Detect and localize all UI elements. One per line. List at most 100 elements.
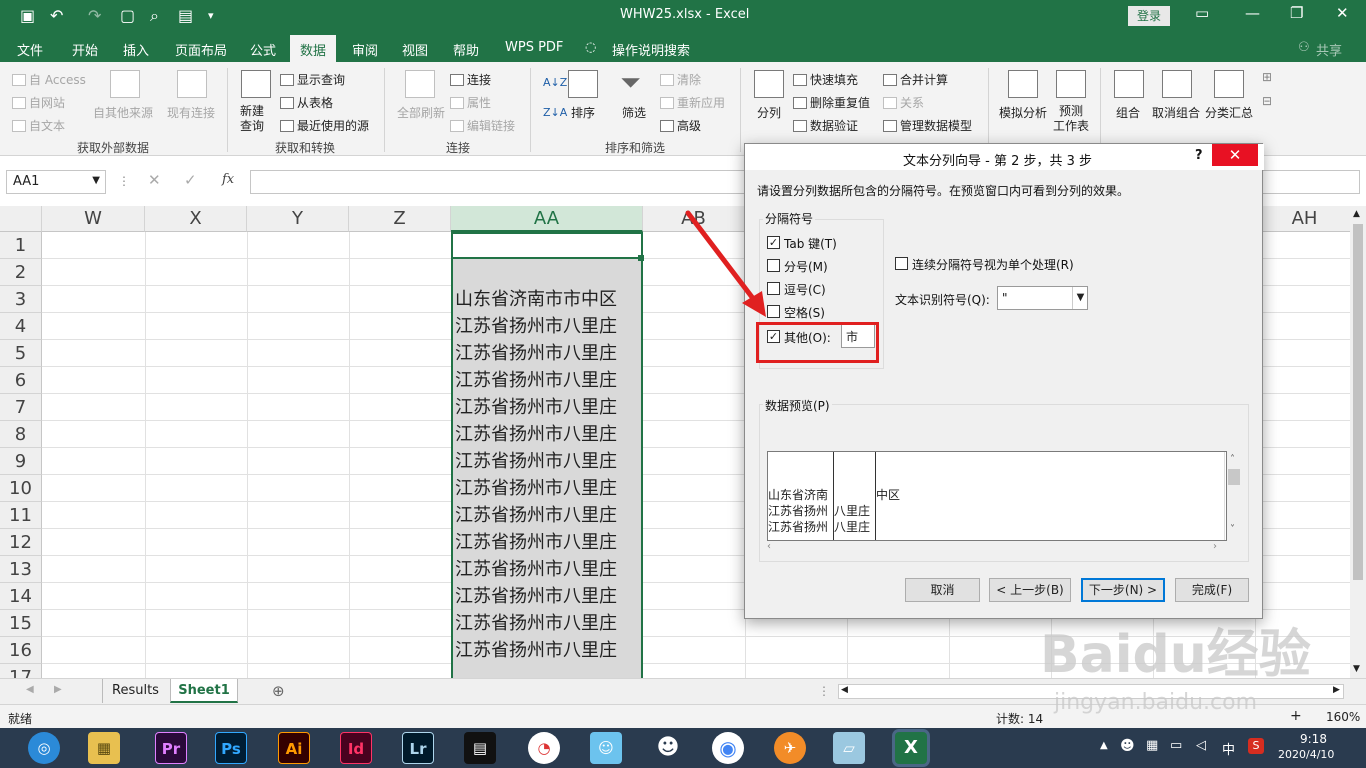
relationships-button[interactable]: 关系 <box>883 94 924 111</box>
what-if-analysis-button[interactable]: 模拟分析 <box>999 104 1047 121</box>
form-icon[interactable]: ▤ <box>178 6 193 25</box>
row-header[interactable]: 2 <box>0 259 42 286</box>
sogou-icon[interactable]: S <box>1248 738 1264 754</box>
filter-button[interactable]: 筛选 <box>622 104 646 121</box>
group-button[interactable]: 组合 <box>1116 104 1140 121</box>
hide-detail-icon[interactable]: ⊟ <box>1262 94 1272 108</box>
row-header[interactable]: 13 <box>0 556 42 583</box>
tab-file[interactable]: 文件 <box>17 40 43 59</box>
app-icon[interactable]: ✈ <box>774 732 806 764</box>
prev-sheet-icon[interactable]: ◀ <box>26 684 34 695</box>
tab-insert[interactable]: 插入 <box>123 40 149 59</box>
help-button[interactable]: ? <box>1195 148 1203 163</box>
illustrator-icon[interactable]: Ai <box>278 732 310 764</box>
chrome-icon[interactable]: ◉ <box>712 732 744 764</box>
tray-expand-icon[interactable]: ▲ <box>1100 740 1108 751</box>
column-header[interactable]: Y <box>247 206 349 232</box>
restore-button[interactable]: ❐ <box>1290 4 1303 22</box>
scroll-left-icon[interactable]: ◀ <box>841 685 848 695</box>
sheet-tab-sheet1[interactable]: Sheet1 <box>170 679 238 703</box>
refresh-all-button[interactable]: 全部刷新 <box>397 104 445 121</box>
new-query-button[interactable]: 新建 查询 <box>240 104 264 134</box>
scroll-thumb[interactable] <box>1353 224 1363 580</box>
back-button[interactable]: < 上一步(B) <box>989 578 1071 602</box>
browser-icon[interactable]: ◎ <box>28 732 60 764</box>
consecutive-checkbox[interactable] <box>895 257 908 270</box>
chat-bird-icon[interactable]: ☺ <box>590 732 622 764</box>
name-box[interactable]: AA1 ▼ <box>6 170 106 194</box>
flash-fill-button[interactable]: 快速填充 <box>793 71 858 88</box>
row-header[interactable]: 8 <box>0 421 42 448</box>
from-table-button[interactable]: 从表格 <box>280 94 333 111</box>
tab-formulas[interactable]: 公式 <box>250 40 276 59</box>
media-player-icon[interactable]: ◔ <box>528 732 560 764</box>
row-header[interactable]: 4 <box>0 313 42 340</box>
data-validation-button[interactable]: 数据验证 <box>793 117 858 134</box>
ungroup-button[interactable]: 取消组合 <box>1152 104 1200 121</box>
row-header[interactable]: 11 <box>0 502 42 529</box>
manage-data-model-button[interactable]: 管理数据模型 <box>883 117 972 134</box>
text-to-columns-button[interactable]: 分列 <box>757 104 781 121</box>
preview-scroll-thumb[interactable] <box>1228 469 1240 485</box>
login-button[interactable]: 登录 <box>1128 6 1170 26</box>
sort-za-icon[interactable]: Z↓A <box>543 106 567 119</box>
from-access-button[interactable]: 自 Access <box>12 71 86 88</box>
tab-help[interactable]: 帮助 <box>453 40 479 59</box>
preview-scroll-up-icon[interactable]: ˄ <box>1230 454 1235 465</box>
add-sheet-icon[interactable]: ⊕ <box>272 682 285 700</box>
next-sheet-icon[interactable]: ▶ <box>54 684 62 695</box>
redo-icon[interactable]: ↷ <box>88 6 101 25</box>
tab-home[interactable]: 开始 <box>72 40 98 59</box>
excel-icon[interactable]: X <box>895 732 927 764</box>
dialog-close-button[interactable]: ✕ <box>1212 144 1258 166</box>
recent-sources-button[interactable]: 最近使用的源 <box>280 117 369 134</box>
file-explorer-icon[interactable]: ▦ <box>88 732 120 764</box>
ribbon-display-icon[interactable]: ▭ <box>1195 4 1209 22</box>
save-icon[interactable]: ▣ <box>20 6 35 25</box>
column-header-selected[interactable]: AA <box>451 206 643 232</box>
properties-button[interactable]: 属性 <box>450 94 491 111</box>
column-header[interactable]: X <box>145 206 247 232</box>
preview-vscroll[interactable] <box>1224 452 1226 540</box>
column-header[interactable]: AH <box>1255 206 1350 232</box>
minimize-button[interactable]: — <box>1245 4 1260 22</box>
preview-scroll-left-icon[interactable]: ‹ <box>767 541 771 552</box>
row-header[interactable]: 5 <box>0 340 42 367</box>
existing-connections-button[interactable]: 现有连接 <box>167 104 215 121</box>
preview-scroll-down-icon[interactable]: ˅ <box>1230 524 1235 535</box>
tab-review[interactable]: 审阅 <box>352 40 378 59</box>
column-header[interactable]: W <box>42 206 145 232</box>
sort-az-icon[interactable]: A↓Z <box>543 76 567 89</box>
dialog-title-bar[interactable]: 文本分列向导 - 第 2 步，共 3 步 ? ✕ <box>745 144 1264 170</box>
vertical-scrollbar[interactable]: ▲ ▼ <box>1350 206 1366 678</box>
row-header[interactable]: 12 <box>0 529 42 556</box>
row-header[interactable]: 17 <box>0 664 42 678</box>
show-detail-icon[interactable]: ⊞ <box>1262 70 1272 84</box>
next-button[interactable]: 下一步(N) > <box>1081 578 1165 602</box>
ime-indicator[interactable]: 中 <box>1222 739 1235 758</box>
confirm-edit-icon[interactable]: ✓ <box>184 171 197 189</box>
from-text-button[interactable]: 自文本 <box>12 117 65 134</box>
cancel-button[interactable]: 取消 <box>905 578 980 602</box>
preview-scroll-right-icon[interactable]: › <box>1213 541 1217 552</box>
notepad-icon[interactable]: ▱ <box>833 732 865 764</box>
row-header[interactable]: 1 <box>0 232 42 259</box>
sheet-tab-results[interactable]: Results <box>102 679 168 703</box>
row-header[interactable]: 16 <box>0 637 42 664</box>
volume-icon[interactable]: ◁ <box>1196 738 1206 753</box>
edit-links-button[interactable]: 编辑链接 <box>450 117 515 134</box>
customize-qat-icon[interactable]: ▾ <box>208 9 214 22</box>
clear-filter-button[interactable]: 清除 <box>660 71 701 88</box>
sort-button[interactable]: 排序 <box>571 104 595 121</box>
fill-handle[interactable] <box>638 255 644 261</box>
row-header[interactable]: 7 <box>0 394 42 421</box>
print-preview-icon[interactable]: ⌕ <box>150 6 159 26</box>
row-header[interactable]: 3 <box>0 286 42 313</box>
reapply-button[interactable]: 重新应用 <box>660 94 725 111</box>
undo-icon[interactable]: ↶ <box>50 6 63 25</box>
qq-tray-icon[interactable]: ☻ <box>1120 738 1135 754</box>
photoshop-icon[interactable]: Ps <box>215 732 247 764</box>
new-file-icon[interactable]: ▢ <box>120 6 135 25</box>
row-header[interactable]: 10 <box>0 475 42 502</box>
select-all-corner[interactable] <box>0 206 42 232</box>
